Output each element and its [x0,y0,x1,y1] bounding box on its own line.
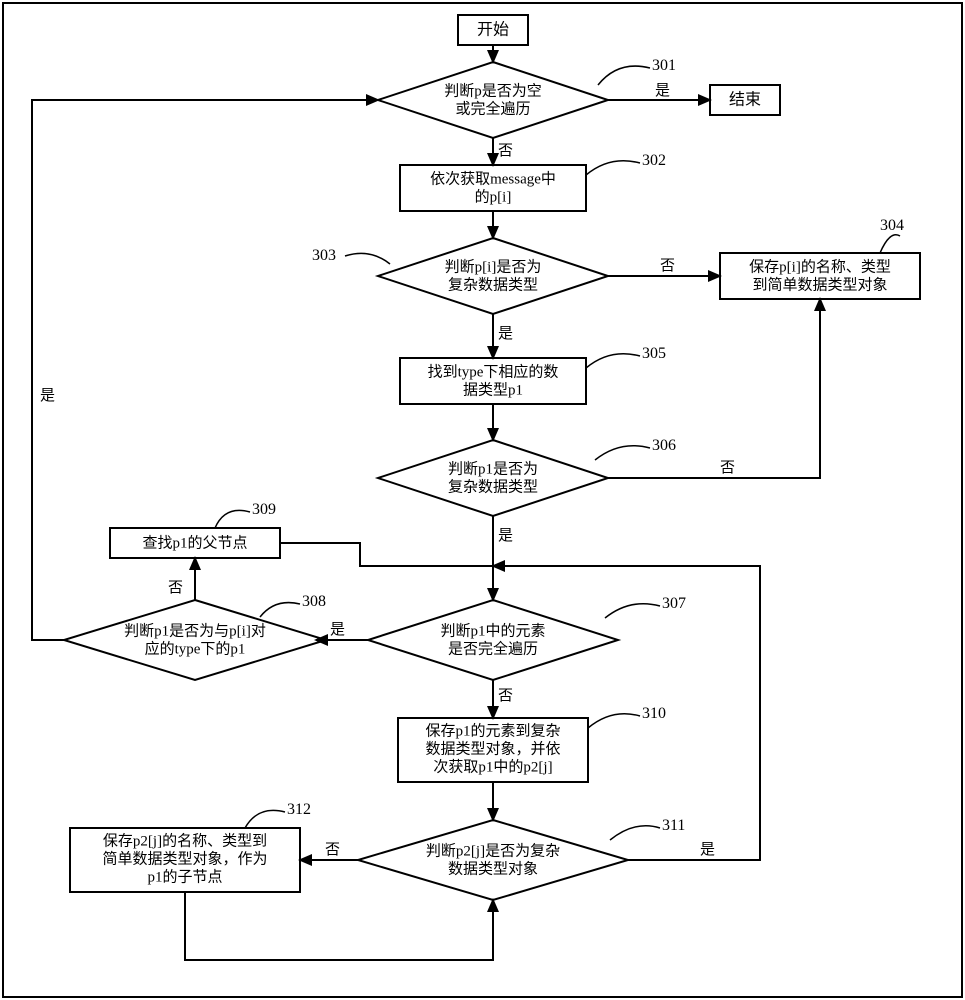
ref-312: 312 [287,801,311,818]
decision-311 [358,820,628,900]
p305-l2: 据类型p1 [463,381,523,398]
d307-l2: 是否完全遍历 [448,639,538,657]
ref-302: 302 [642,152,666,169]
p302-l2: 的p[i] [475,188,512,205]
edge-no-303: 否 [660,258,675,274]
ref-311: 311 [662,817,685,834]
flowchart: 开始 判断p是否为空 或完全遍历 301 是 结束 否 依次获取message中… [0,0,965,1000]
p302-l1: 依次获取message中 [430,170,556,187]
p310-l1: 保存p1的元素到复杂 [425,721,560,739]
edge-no-307: 否 [498,688,513,704]
ref-308: 308 [302,593,326,610]
ref-303: 303 [312,247,336,264]
d307-l1: 判断p1中的元素 [440,622,545,639]
edge-no-301: 否 [498,143,513,159]
edge-yes-301: 是 [655,83,670,99]
d311-l2: 数据类型对象 [448,860,538,877]
ref-307: 307 [662,595,686,612]
ref-310: 310 [642,705,666,722]
d311-l1: 判断p2[j]是否为复杂 [426,841,560,859]
edge-yes-308: 是 [40,388,55,404]
edge-yes-303: 是 [498,326,513,342]
ref-306: 306 [652,437,676,454]
ref-304: 304 [880,217,904,234]
start-label: 开始 [477,21,509,39]
p310-l2: 数据类型对象，并依 [425,740,560,757]
edge-yes-311: 是 [700,842,715,858]
d308-l2: 应的type下的p1 [145,639,246,657]
p312-l1: 保存p2[j]的名称、类型到 [103,832,267,849]
edge-yes-306: 是 [498,528,513,544]
p304-l2: 到简单数据类型对象 [752,276,887,293]
d301-l1: 判断p是否为空 [444,82,542,99]
p312-l2: 简单数据类型对象，作为 [102,850,267,867]
decision-306 [378,440,608,516]
decision-308 [64,600,326,680]
d308-l1: 判断p1是否为与p[i]对 [124,622,266,639]
d301-l2: 或完全遍历 [455,99,530,117]
end-label: 结束 [729,91,761,109]
d303-l1: 判断p[i]是否为 [445,258,542,275]
p309-l: 查找p1的父节点 [142,534,247,551]
edge-yes-307: 是 [330,622,345,638]
decision-307 [368,600,618,680]
d303-l2: 复杂数据类型 [448,275,538,293]
ref-309: 309 [252,501,276,518]
edge-no-311: 否 [325,842,340,858]
edge-no-308: 否 [168,580,183,596]
ref-305: 305 [642,345,666,362]
decision-301 [378,62,608,138]
edge-no-306: 否 [720,460,735,476]
p310-l3: 次获取p1中的p2[j] [433,758,552,775]
d306-l2: 复杂数据类型 [448,477,538,495]
d306-l1: 判断p1是否为 [448,460,538,477]
decision-303 [378,238,608,314]
p305-l1: 找到type下相应的数 [428,362,559,380]
p312-l3: p1的子节点 [147,868,222,885]
ref-301: 301 [652,57,676,74]
p304-l1: 保存p[i]的名称、类型 [749,258,891,275]
